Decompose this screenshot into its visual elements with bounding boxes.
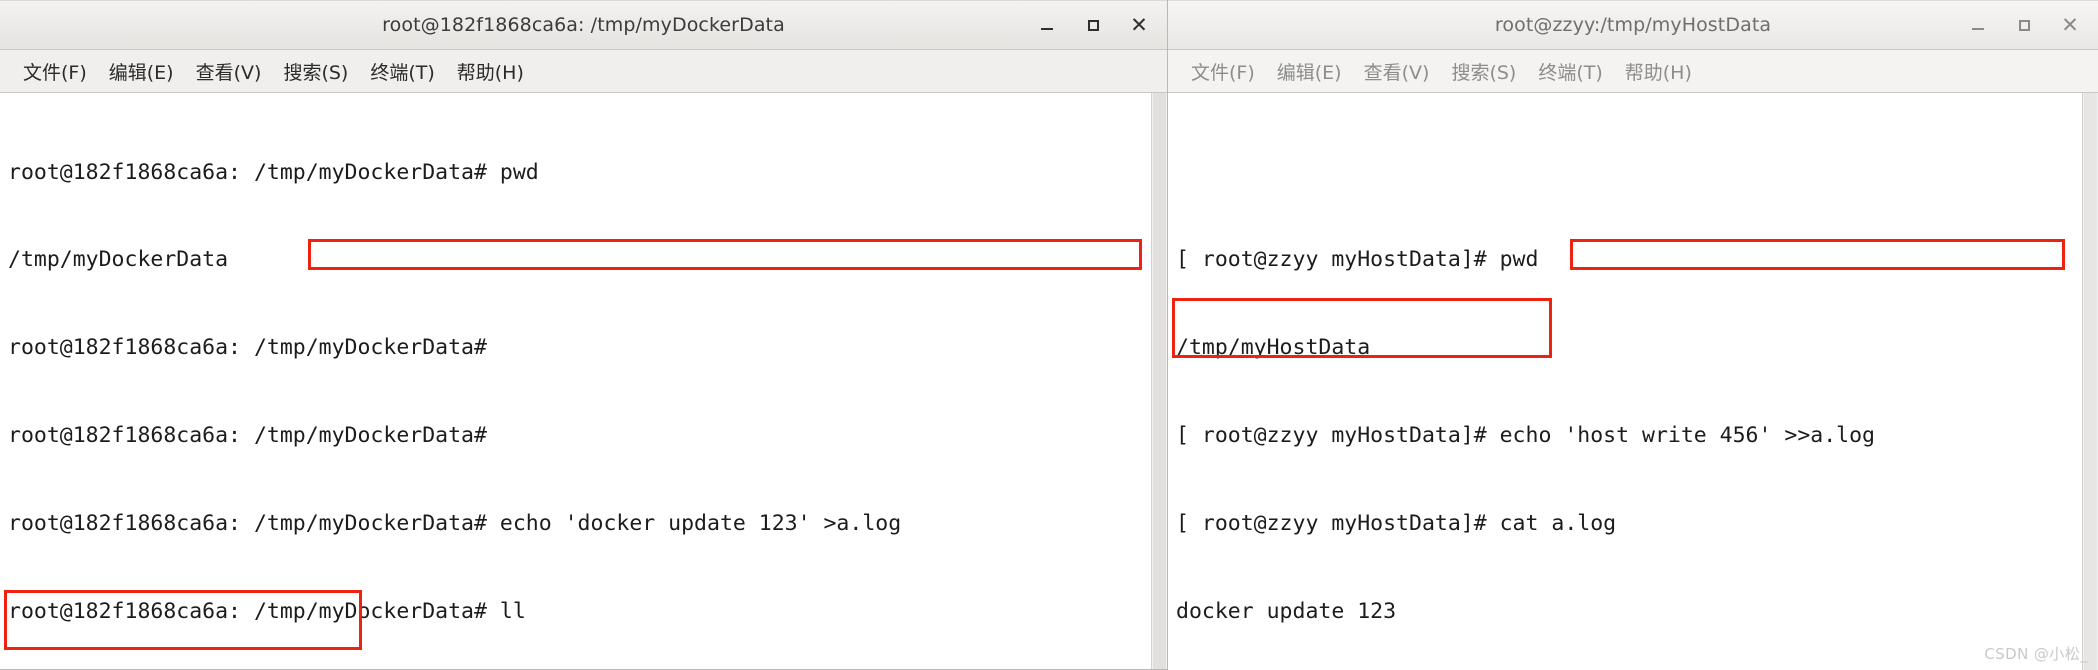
menu-edit[interactable]: 编辑(E) xyxy=(98,54,185,89)
left-menubar: 文件(F) 编辑(E) 查看(V) 搜索(S) 终端(T) 帮助(H) xyxy=(0,50,1167,93)
echo-command-text: echo 'host write 456' >>a.log xyxy=(1500,423,1875,448)
terminal-line xyxy=(1176,158,2082,187)
maximize-button[interactable] xyxy=(1083,15,1103,35)
terminal-line: [ root@zzyy myHostData]# cat a.log xyxy=(1176,509,2082,538)
echo-command-text: /tmp/myDockerData# echo 'docker update 1… xyxy=(254,511,901,536)
menu-search[interactable]: 搜索(S) xyxy=(272,54,359,89)
right-scrollbar-thumb[interactable] xyxy=(2084,93,2097,670)
terminal-line: root@182f1868ca6a: /tmp/myDockerData# ll xyxy=(8,597,1151,626)
terminal-window-host: root@zzyy:/tmp/myHostData ✕ 文件(F) 编辑(E) … xyxy=(1168,0,2098,670)
right-scrollbar[interactable] xyxy=(2082,93,2098,670)
left-scrollbar-thumb[interactable] xyxy=(1153,93,1166,669)
terminal-line: /tmp/myDockerData xyxy=(8,245,1151,274)
maximize-icon xyxy=(1088,20,1099,31)
terminal-line: root@182f1868ca6a: /tmp/myDockerData# xyxy=(8,421,1151,450)
menu-file[interactable]: 文件(F) xyxy=(1180,54,1266,89)
echo-prompt-text: root@182f1868ca6a: xyxy=(8,511,254,536)
terminal-line: /tmp/myHostData xyxy=(1176,333,2082,362)
menu-terminal[interactable]: 终端(T) xyxy=(1527,54,1613,89)
menu-terminal[interactable]: 终端(T) xyxy=(359,54,445,89)
right-menubar: 文件(F) 编辑(E) 查看(V) 搜索(S) 终端(T) 帮助(H) xyxy=(1168,50,2098,93)
menu-view[interactable]: 查看(V) xyxy=(185,54,273,89)
maximize-icon xyxy=(2019,20,2030,31)
maximize-button[interactable] xyxy=(2014,15,2034,35)
close-button[interactable]: ✕ xyxy=(1129,15,1149,35)
left-terminal-area: root@182f1868ca6a: /tmp/myDockerData# pw… xyxy=(0,93,1167,669)
menu-help[interactable]: 帮助(H) xyxy=(1614,54,1703,89)
menu-view[interactable]: 查看(V) xyxy=(1353,54,1441,89)
menu-help[interactable]: 帮助(H) xyxy=(446,54,535,89)
minimize-icon xyxy=(1972,28,1984,30)
watermark: CSDN @小松_ xyxy=(1984,643,2088,664)
close-icon: ✕ xyxy=(2061,15,2079,35)
left-window-title: root@182f1868ca6a: /tmp/myDockerData xyxy=(0,14,1167,36)
menu-edit[interactable]: 编辑(E) xyxy=(1266,54,1353,89)
right-terminal-area: [ root@zzyy myHostData]# pwd /tmp/myHost… xyxy=(1168,93,2098,670)
menu-search[interactable]: 搜索(S) xyxy=(1440,54,1527,89)
right-terminal-output[interactable]: [ root@zzyy myHostData]# pwd /tmp/myHost… xyxy=(1168,93,2082,670)
menu-file[interactable]: 文件(F) xyxy=(12,54,98,89)
close-button[interactable]: ✕ xyxy=(2060,15,2080,35)
terminal-line: docker update 123 xyxy=(1176,597,2082,626)
close-icon: ✕ xyxy=(1130,15,1148,35)
terminal-line: [ root@zzyy myHostData]# pwd xyxy=(1176,245,2082,274)
minimize-button[interactable] xyxy=(1968,15,1988,35)
terminal-line: root@182f1868ca6a: /tmp/myDockerData# pw… xyxy=(8,158,1151,187)
left-titlebar[interactable]: root@182f1868ca6a: /tmp/myDockerData ✕ xyxy=(0,0,1167,50)
terminal-window-docker: root@182f1868ca6a: /tmp/myDockerData ✕ 文… xyxy=(0,0,1168,670)
desktop: root@182f1868ca6a: /tmp/myDockerData ✕ 文… xyxy=(0,0,2098,670)
echo-prompt-text: [ root@zzyy myHostData]# xyxy=(1176,423,1500,448)
terminal-line-echo: root@182f1868ca6a: /tmp/myDockerData# ec… xyxy=(8,509,1151,538)
left-window-controls: ✕ xyxy=(1037,1,1149,49)
left-terminal-output[interactable]: root@182f1868ca6a: /tmp/myDockerData# pw… xyxy=(0,93,1151,669)
terminal-line-echo: [ root@zzyy myHostData]# echo 'host writ… xyxy=(1176,421,2082,450)
minimize-icon xyxy=(1041,28,1053,30)
minimize-button[interactable] xyxy=(1037,15,1057,35)
right-window-title: root@zzyy:/tmp/myHostData xyxy=(1168,14,2098,36)
terminal-line: root@182f1868ca6a: /tmp/myDockerData# xyxy=(8,333,1151,362)
right-titlebar[interactable]: root@zzyy:/tmp/myHostData ✕ xyxy=(1168,0,2098,50)
left-scrollbar[interactable] xyxy=(1151,93,1167,669)
right-window-controls: ✕ xyxy=(1968,1,2080,49)
